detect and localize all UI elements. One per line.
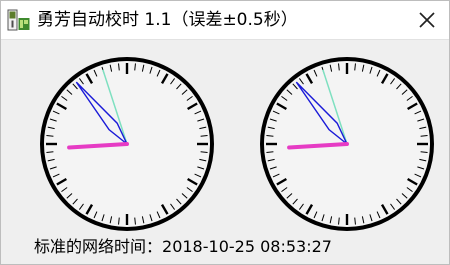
status-bar: 标准的网络时间：2018-10-25 08:53:27 [34, 237, 332, 257]
network-clock [260, 57, 434, 231]
status-label: 标准的网络时间： [34, 237, 163, 256]
status-time: 2018-10-25 08:53:27 [162, 237, 332, 256]
window-title: 勇芳自动校时 1.1（误差±0.5秒） [37, 10, 298, 30]
clock-area [1, 40, 450, 231]
local-clock [40, 57, 214, 231]
app-window: 勇芳自动校时 1.1（误差±0.5秒） 标准的网络时间：2018-10-25 0… [0, 0, 450, 265]
close-icon[interactable] [415, 8, 439, 32]
app-icon [7, 9, 30, 31]
title-bar[interactable]: 勇芳自动校时 1.1（误差±0.5秒） [1, 1, 449, 40]
